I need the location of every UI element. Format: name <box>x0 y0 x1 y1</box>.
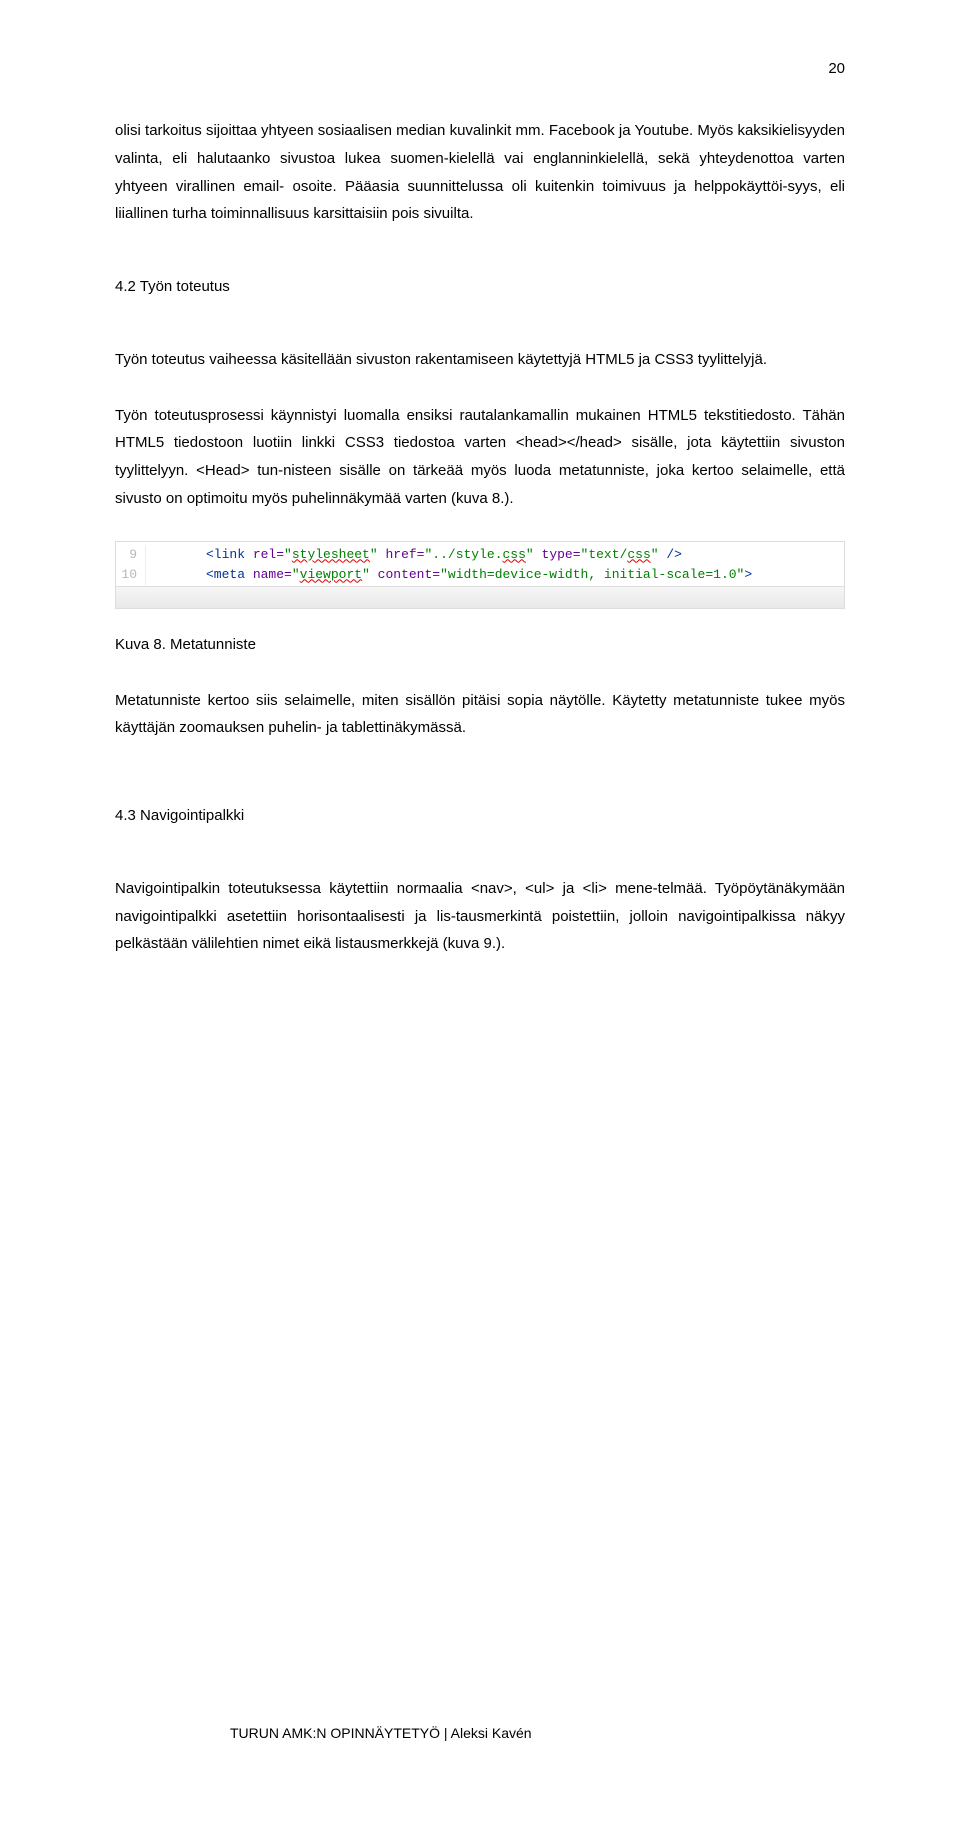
section-heading-4-3: 4.3 Navigointipalkki <box>115 802 845 830</box>
page-number: 20 <box>115 60 845 77</box>
body-paragraph: Navigointipalkin toteutuksessa käytettii… <box>115 875 845 958</box>
page-footer: TURUN AMK:N OPINNÄYTETYÖ | Aleksi Kavén <box>230 1725 532 1741</box>
body-paragraph: Työn toteutus vaiheessa käsitellään sivu… <box>115 346 845 374</box>
body-paragraph: Metatunniste kertoo siis selaimelle, mit… <box>115 687 845 743</box>
section-heading-4-2: 4.2 Työn toteutus <box>115 273 845 301</box>
code-line: 10 <meta name="viewport" content="width=… <box>116 565 844 585</box>
line-number: 10 <box>116 565 146 585</box>
code-toolbar <box>116 586 844 608</box>
code-screenshot: 9 <link rel="stylesheet" href="../style.… <box>115 541 845 609</box>
code-line: 9 <link rel="stylesheet" href="../style.… <box>116 545 844 565</box>
body-paragraph: Työn toteutusprosessi käynnistyi luomall… <box>115 402 845 513</box>
line-number: 9 <box>116 545 146 565</box>
body-paragraph: olisi tarkoitus sijoittaa yhtyeen sosiaa… <box>115 117 845 228</box>
figure-caption: Kuva 8. Metatunniste <box>115 631 845 659</box>
